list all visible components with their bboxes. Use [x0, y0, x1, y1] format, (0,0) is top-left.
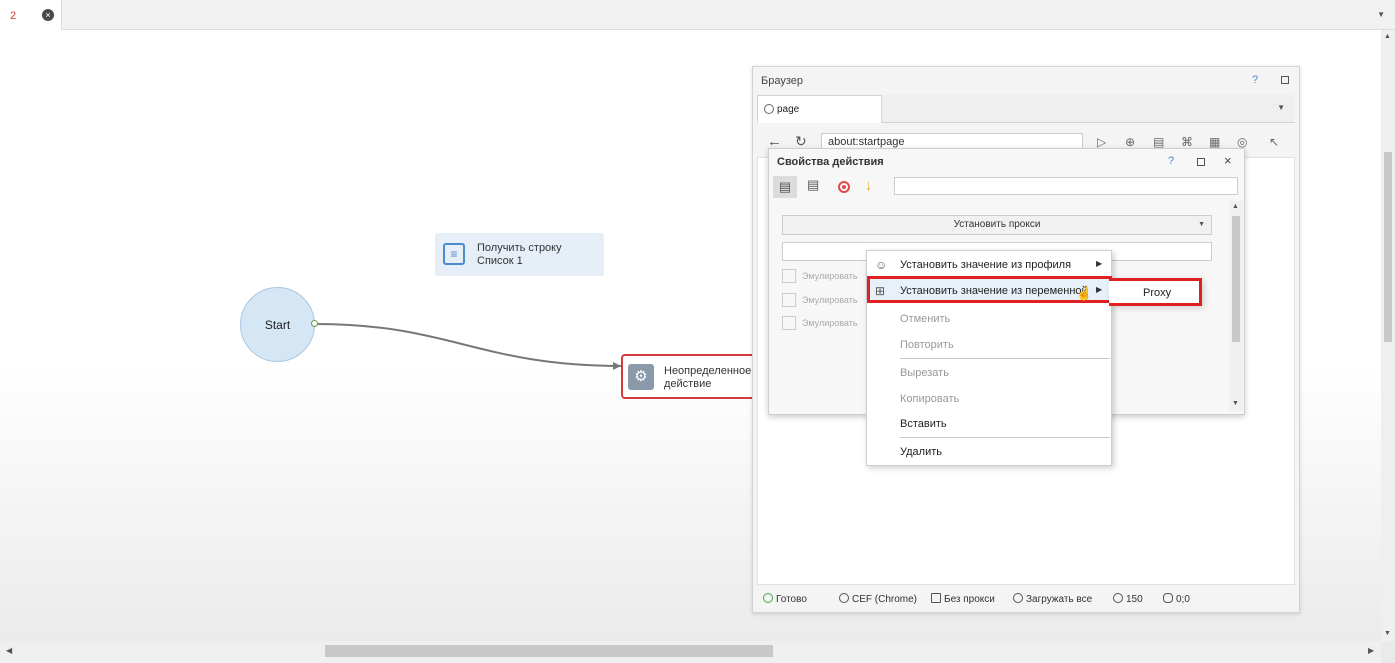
browser-tab-label: page — [777, 104, 800, 115]
tree-icon[interactable]: ⌘ — [1181, 135, 1193, 149]
checkbox-label: Эмулировать г — [802, 271, 858, 281]
status-bar: Готово CEF (Chrome) Без прокси Загружать… — [757, 588, 1295, 610]
node-subtitle: действие — [664, 378, 712, 390]
action-type-select[interactable]: Установить прокси ▼ — [782, 215, 1212, 235]
emulate-checkbox-1[interactable] — [782, 269, 796, 283]
menu-item-paste[interactable]: Вставить — [867, 412, 1111, 436]
checkbox-label: Эмулировать W — [802, 318, 858, 328]
monitor-icon — [931, 593, 941, 603]
clock-icon — [1113, 593, 1123, 603]
emulate-checkbox-3[interactable] — [782, 316, 796, 330]
submenu-item-label: Proxy — [1143, 287, 1172, 299]
arrowhead — [613, 362, 621, 370]
tabs-dropdown-icon[interactable]: ▼ — [1277, 103, 1285, 112]
check-icon — [763, 593, 773, 603]
browser-tabs: page ▼ — [757, 95, 1295, 123]
scroll-left-icon[interactable]: ◀ — [6, 646, 12, 655]
menu-item-set-from-profile[interactable]: ☺ Установить значение из профиля ▶ — [867, 253, 1111, 277]
globe-icon — [764, 104, 774, 114]
pointer-icon[interactable]: ↖ — [1269, 135, 1279, 149]
menu-separator — [900, 437, 1110, 438]
profile-icon: ☺ — [875, 258, 888, 272]
scroll-up-icon[interactable]: ▲ — [1384, 33, 1391, 40]
close-icon[interactable]: × — [1224, 153, 1232, 168]
submenu-arrow-icon: ▶ — [1096, 259, 1103, 268]
scroll-down-icon[interactable]: ▼ — [1384, 630, 1391, 637]
emulate-checkbox-2[interactable] — [782, 293, 796, 307]
properties-scrollbar[interactable]: ▲ ▼ — [1229, 201, 1243, 411]
dialog-title: Свойства действия — [777, 156, 884, 168]
download-arrow-icon[interactable]: ↓ — [865, 177, 872, 193]
scroll-thumb[interactable] — [1384, 152, 1392, 342]
canvas-vertical-scrollbar[interactable]: ▲ ▼ — [1381, 30, 1395, 642]
status-engine: CEF (Chrome) — [839, 593, 917, 605]
maximize-icon[interactable] — [1197, 158, 1205, 166]
status-ready: Готово — [763, 593, 807, 605]
status-load: Загружать все — [1013, 593, 1092, 605]
checkbox-label: Эмулировать ч — [802, 295, 858, 305]
undefined-action-node[interactable]: ⚙ Неопределенное действие — [621, 354, 761, 399]
play-icon[interactable]: ▷ — [1097, 135, 1106, 149]
record-icon[interactable] — [838, 181, 850, 193]
connection-start-to-action — [315, 323, 622, 367]
start-node[interactable]: Start — [240, 287, 315, 362]
menu-item-redo[interactable]: Повторить — [867, 333, 1111, 357]
menu-separator — [900, 358, 1110, 359]
load-icon — [1013, 593, 1023, 603]
submenu-item-proxy[interactable]: Proxy — [1109, 278, 1202, 306]
mouse-icon — [1163, 593, 1173, 603]
settings-icon[interactable]: ◎ — [1237, 135, 1247, 149]
node-title: Неопределенное — [664, 365, 752, 377]
source-icon[interactable]: ▤ — [1153, 135, 1164, 149]
node-subtitle: Список 1 — [477, 255, 523, 267]
properties-search-input[interactable] — [894, 177, 1238, 195]
gear-icon: ⚙ — [628, 364, 654, 390]
scroll-thumb[interactable] — [325, 645, 773, 657]
properties-tab-icon[interactable]: ▤ — [773, 176, 797, 198]
add-icon[interactable]: ⊕ — [1125, 135, 1135, 149]
scroll-thumb[interactable] — [1232, 216, 1240, 342]
menu-item-cut[interactable]: Вырезать — [867, 361, 1111, 385]
page-icon[interactable]: ▦ — [1209, 135, 1220, 149]
canvas-horizontal-scrollbar[interactable]: ◀ ▶ — [0, 641, 1381, 663]
node-title: Получить строку — [477, 242, 562, 254]
menu-item-undo[interactable]: Отменить — [867, 307, 1111, 331]
browser-title: Браузер — [761, 75, 803, 87]
menu-item-delete[interactable]: Удалить — [867, 440, 1111, 464]
maximize-icon[interactable] — [1281, 76, 1289, 84]
engine-icon — [839, 593, 849, 603]
get-string-node[interactable]: ≡ Получить строку Список 1 — [435, 233, 604, 276]
scroll-right-icon[interactable]: ▶ — [1368, 646, 1374, 655]
scroll-up-icon[interactable]: ▲ — [1232, 203, 1239, 210]
scroll-down-icon[interactable]: ▼ — [1232, 400, 1239, 407]
mouse-cursor-icon: ☝ — [1076, 286, 1093, 301]
chevron-down-icon: ▼ — [1198, 221, 1205, 228]
help-icon[interactable]: ? — [1252, 74, 1258, 86]
status-proxy: Без прокси — [931, 593, 995, 605]
menu-item-copy[interactable]: Копировать — [867, 387, 1111, 411]
status-timeout: 150 — [1113, 593, 1143, 605]
select-value: Установить прокси — [953, 219, 1041, 230]
start-node-label: Start — [264, 317, 291, 332]
browser-tab-page[interactable]: page — [757, 95, 882, 123]
help-icon[interactable]: ? — [1168, 155, 1174, 167]
status-coords: 0;0 — [1163, 593, 1190, 605]
edit-tab-icon[interactable]: ▤ — [807, 177, 819, 193]
list-icon: ≡ — [443, 243, 465, 265]
start-output-port[interactable] — [311, 320, 318, 327]
